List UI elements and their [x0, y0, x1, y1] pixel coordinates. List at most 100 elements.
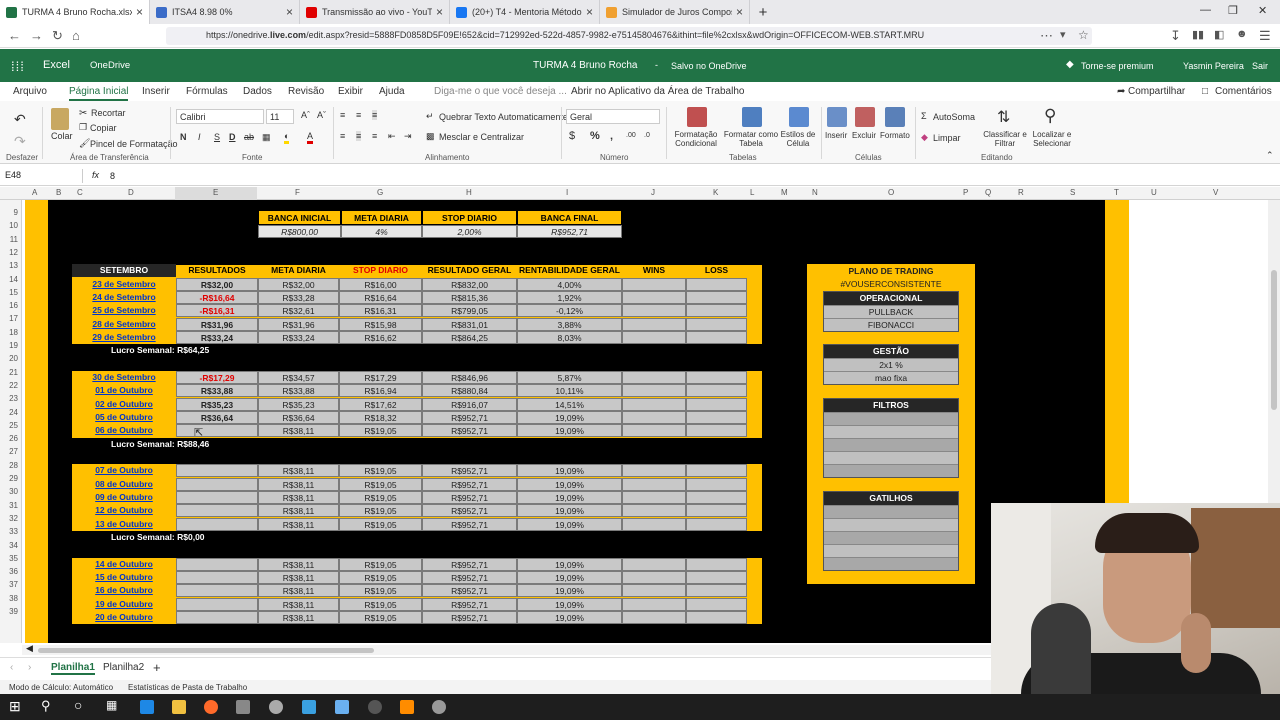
app-icon-5[interactable]	[432, 700, 446, 714]
comments-button[interactable]: Comentários	[1215, 86, 1272, 97]
fill-color-icon[interactable]: ◐	[284, 131, 290, 144]
table-cell-rent[interactable]: 5,87%	[517, 370, 622, 384]
row-header[interactable]: 12	[9, 248, 18, 257]
table-cell-wins[interactable]	[622, 597, 686, 611]
table-cell-meta[interactable]: R$38,11	[258, 517, 339, 531]
table-cell-meta[interactable]: R$38,11	[258, 610, 339, 624]
cell-styles-icon[interactable]	[789, 107, 809, 127]
wrap-text-button[interactable]: Quebrar Texto Automaticamente	[439, 112, 568, 122]
document-title[interactable]: TURMA 4 Bruno Rocha	[533, 60, 638, 71]
app-icon-4[interactable]	[400, 700, 414, 714]
app-icon-3[interactable]	[368, 700, 382, 714]
table-cell-loss[interactable]	[686, 557, 747, 571]
column-header[interactable]: R	[1018, 188, 1024, 197]
find-icon[interactable]: ⚲	[1044, 106, 1056, 126]
autosum-button[interactable]: AutoSoma	[933, 112, 975, 122]
row-header[interactable]: 18	[9, 328, 18, 337]
table-cell-geral[interactable]: R$952,71	[422, 410, 517, 424]
table-cell-wins[interactable]	[622, 330, 686, 344]
row-header[interactable]: 20	[9, 354, 18, 363]
table-cell-meta[interactable]: R$31,96	[258, 317, 339, 331]
table-cell-res[interactable]	[176, 464, 258, 478]
table-cell-stop[interactable]: R$15,98	[339, 317, 422, 331]
comma-icon[interactable]: ‚	[610, 130, 613, 142]
vertical-scroll-thumb[interactable]	[1271, 270, 1277, 410]
table-cell-stop[interactable]: R$19,05	[339, 584, 422, 598]
windows-start-icon[interactable]: ⊞	[9, 698, 21, 715]
table-cell-geral[interactable]: R$952,71	[422, 610, 517, 624]
table-cell-loss[interactable]	[686, 584, 747, 598]
settings-icon[interactable]	[269, 700, 283, 714]
table-cell-res[interactable]: -R$16,31	[176, 304, 258, 318]
row-header[interactable]: 39	[9, 607, 18, 616]
table-cell-res[interactable]: -R$17,29	[176, 370, 258, 384]
prev-sheet-icon[interactable]: ‹	[10, 662, 13, 673]
minimize-icon[interactable]: —	[1200, 4, 1211, 16]
fx-icon[interactable]: fx	[92, 170, 99, 180]
conditional-format-button[interactable]: Formatação Condicional	[668, 130, 724, 148]
table-cell-wins[interactable]	[622, 504, 686, 518]
edge-icon[interactable]	[140, 700, 154, 714]
percent-icon[interactable]: %	[590, 130, 600, 142]
font-name-select[interactable]: Calibri	[176, 109, 264, 124]
onedrive-link[interactable]: OneDrive	[90, 60, 130, 71]
row-header[interactable]: 34	[9, 541, 18, 550]
format-painter-button[interactable]: Pincel de Formatação	[90, 139, 178, 149]
row-header[interactable]: 22	[9, 381, 18, 390]
row-header[interactable]: 9	[14, 208, 18, 217]
table-cell-meta[interactable]: R$38,11	[258, 597, 339, 611]
file-explorer-icon[interactable]	[172, 700, 186, 714]
table-cell-meta[interactable]: R$38,11	[258, 584, 339, 598]
cut-button[interactable]: Recortar	[91, 108, 126, 118]
column-header[interactable]: B	[56, 188, 61, 197]
table-cell-meta[interactable]: R$34,57	[258, 370, 339, 384]
table-cell-meta[interactable]: R$36,64	[258, 410, 339, 424]
align-bottom-icon[interactable]: ≡	[372, 110, 378, 120]
table-cell-wins[interactable]	[622, 290, 686, 304]
table-cell-wins[interactable]	[622, 317, 686, 331]
table-cell-rent[interactable]: 4,00%	[517, 277, 622, 291]
table-cell-meta[interactable]: R$33,24	[258, 330, 339, 344]
table-cell-wins[interactable]	[622, 610, 686, 624]
table-cell-rent[interactable]: 19,09%	[517, 410, 622, 424]
decrease-indent-icon[interactable]: ⇤	[388, 131, 396, 142]
app-icon-2[interactable]	[335, 700, 349, 714]
table-cell-geral[interactable]: R$952,71	[422, 517, 517, 531]
table-cell-wins[interactable]	[622, 517, 686, 531]
close-tab-icon[interactable]: ×	[436, 5, 443, 19]
double-underline-icon[interactable]: D	[229, 132, 236, 142]
row-header[interactable]: 15	[9, 288, 18, 297]
horizontal-scroll-thumb[interactable]	[38, 648, 374, 653]
cut-icon[interactable]: ✂	[79, 108, 87, 119]
column-header[interactable]: E	[213, 188, 218, 197]
column-header[interactable]: T	[1114, 188, 1119, 197]
table-cell-loss[interactable]	[686, 277, 747, 291]
paste-button[interactable]: Colar	[51, 131, 73, 141]
table-cell-meta[interactable]: R$38,11	[258, 504, 339, 518]
table-cell-wins[interactable]	[622, 370, 686, 384]
column-header[interactable]: I	[566, 188, 568, 197]
menu-icon[interactable]: ☰	[1259, 28, 1271, 44]
table-cell-geral[interactable]: R$952,71	[422, 597, 517, 611]
row-header[interactable]: 38	[9, 594, 18, 603]
close-tab-icon[interactable]: ×	[136, 5, 143, 19]
row-header[interactable]: 23	[9, 394, 18, 403]
format-table-button[interactable]: Formatar como Tabela	[722, 130, 780, 148]
table-cell-res[interactable]	[176, 570, 258, 584]
ribbon-tab[interactable]: Ajuda	[379, 86, 405, 97]
firefox-icon[interactable]	[204, 700, 218, 714]
table-cell-loss[interactable]	[686, 370, 747, 384]
share-button[interactable]: Compartilhar	[1128, 86, 1185, 97]
column-header[interactable]: V	[1213, 188, 1218, 197]
decrease-decimal-icon[interactable]: .0	[644, 132, 650, 139]
align-left-icon[interactable]: ≡	[340, 131, 345, 141]
browser-tab[interactable]: TURMA 4 Bruno Rocha.xlsx - M ×	[0, 0, 150, 24]
table-cell-geral[interactable]: R$832,00	[422, 277, 517, 291]
insert-cells-button[interactable]: Inserir	[825, 131, 847, 140]
row-header[interactable]: 25	[9, 421, 18, 430]
column-header[interactable]: N	[812, 188, 818, 197]
table-cell-rent[interactable]: 19,09%	[517, 597, 622, 611]
table-cell-stop[interactable]: R$19,05	[339, 517, 422, 531]
row-header[interactable]: 10	[9, 221, 18, 230]
table-cell-stop[interactable]: R$16,00	[339, 277, 422, 291]
